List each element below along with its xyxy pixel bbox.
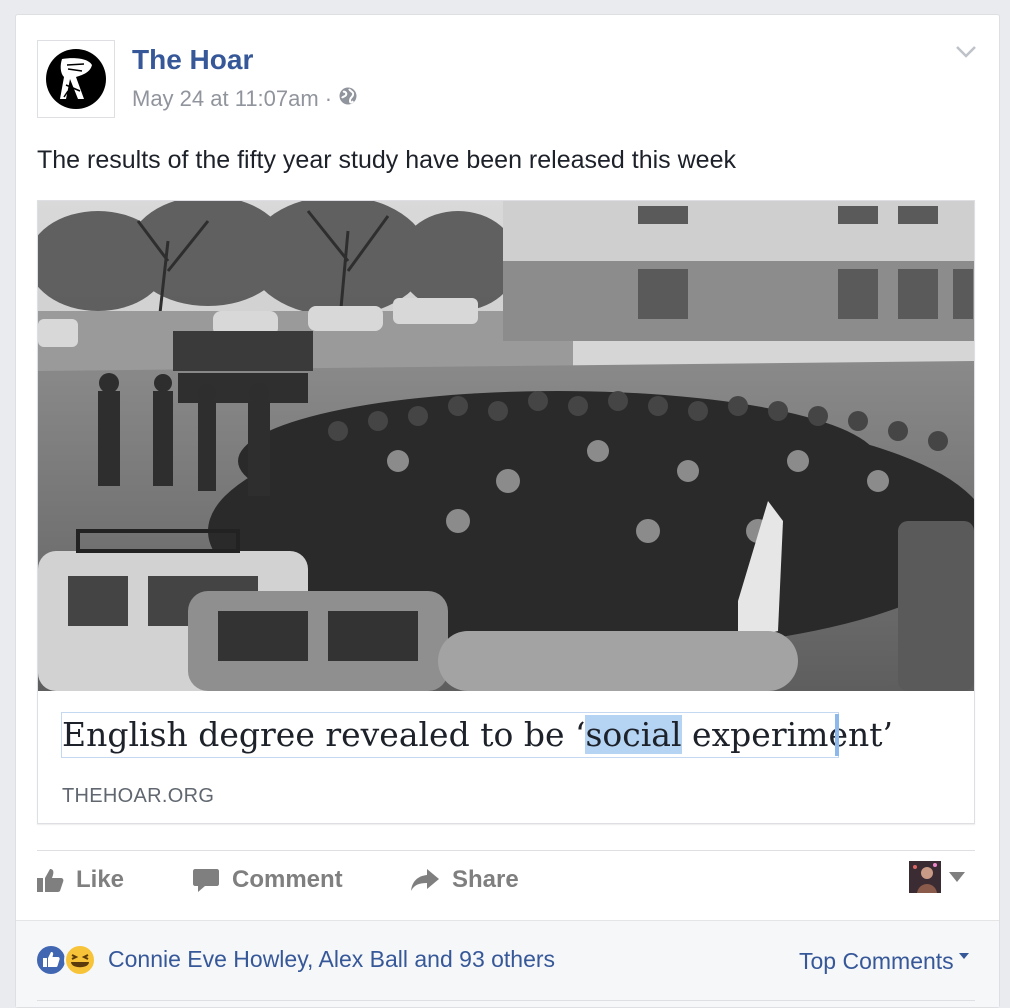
comment-button[interactable]: Comment	[192, 866, 343, 894]
actions-divider	[37, 850, 975, 851]
link-preview-card[interactable]: English degree revealed to be ‘social ex…	[37, 200, 975, 824]
viewer-avatar[interactable]	[909, 861, 941, 893]
post-timestamp[interactable]: May 24 at 11:07am	[132, 86, 319, 112]
post-options-chevron-icon[interactable]	[955, 44, 977, 60]
logo-icon	[46, 49, 106, 109]
share-label: Share	[452, 866, 519, 893]
like-label: Like	[76, 866, 125, 893]
viewer-dropdown-caret-icon[interactable]	[948, 871, 966, 883]
meta-separator: ·	[324, 86, 333, 111]
reaction-icons[interactable]	[36, 944, 102, 976]
link-headline[interactable]: English degree revealed to be ‘social ex…	[62, 715, 893, 754]
link-preview-image[interactable]	[38, 201, 974, 691]
caret-down-icon	[958, 953, 969, 959]
like-button[interactable]: Like	[36, 866, 124, 894]
thumbs-up-icon	[37, 869, 64, 892]
share-arrow-icon	[411, 869, 439, 891]
globe-icon[interactable]	[338, 86, 358, 112]
post-meta: May 24 at 11:07am ·	[132, 86, 358, 112]
comment-bubble-icon	[193, 869, 219, 892]
top-comments-dropdown[interactable]: Top Comments	[799, 948, 970, 975]
page-name-link[interactable]: The Hoar	[132, 44, 253, 76]
like-reaction-icon	[36, 944, 67, 976]
top-comments-label: Top Comments	[799, 948, 954, 974]
link-domain[interactable]: THEHOAR.ORG	[62, 785, 214, 808]
haha-reaction-icon	[64, 944, 96, 976]
comment-label: Comment	[232, 866, 343, 893]
page-avatar[interactable]	[37, 40, 115, 118]
text-selection-caret	[835, 714, 839, 756]
comments-divider	[37, 1000, 975, 1001]
post-text: The results of the fifty year study have…	[37, 146, 736, 174]
headline-text-after: experiment’	[681, 715, 893, 754]
share-button[interactable]: Share	[410, 866, 519, 894]
headline-text-selected: social	[585, 715, 682, 754]
reactions-summary-link[interactable]: Connie Eve Howley, Alex Ball and 93 othe…	[108, 946, 555, 973]
headline-text-before: English degree revealed to be ‘	[62, 715, 586, 754]
